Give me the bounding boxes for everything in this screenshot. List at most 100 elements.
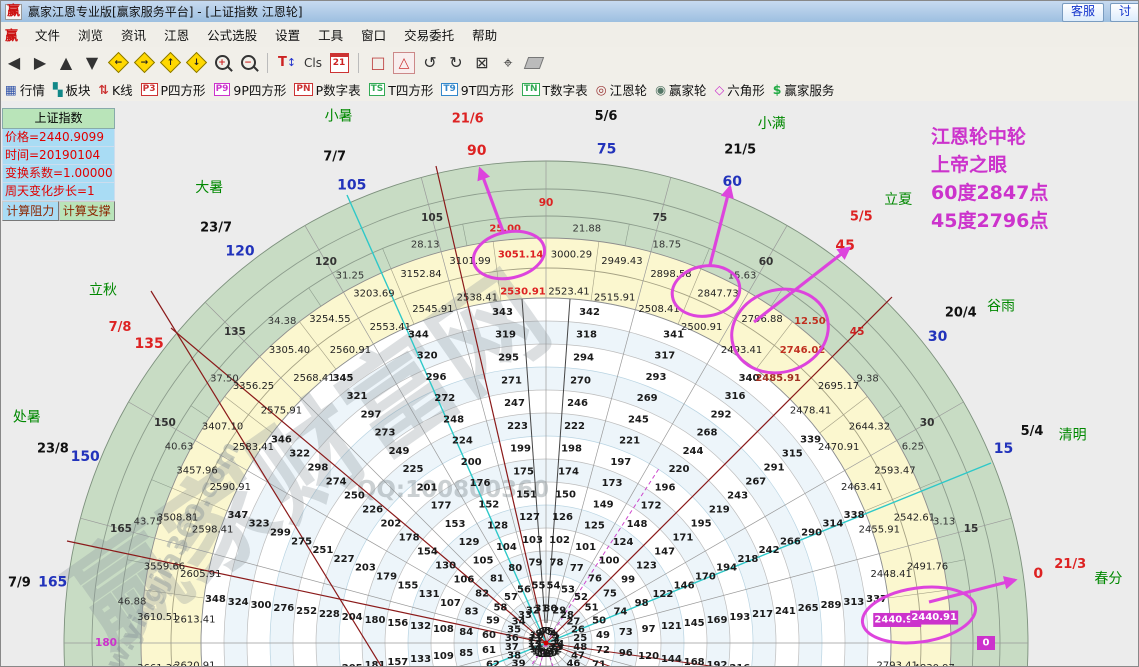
svg-text:2695.17: 2695.17 [818, 381, 859, 392]
view-button-p-number-table[interactable]: PN P数字表 [294, 80, 361, 99]
svg-text:249: 249 [389, 446, 410, 457]
svg-text:小暑: 小暑 [325, 108, 353, 124]
svg-text:54: 54 [547, 581, 561, 592]
svg-text:242: 242 [759, 545, 780, 556]
square-tool-icon[interactable]: □ [366, 51, 390, 75]
svg-text:2644.32: 2644.32 [849, 421, 890, 432]
nav-up-icon[interactable]: ▲ [54, 51, 78, 75]
view-button-winner-service[interactable]: $ 赢家服务 [773, 80, 835, 99]
menu-item-2[interactable]: 资讯 [112, 25, 155, 44]
time-scale-icon[interactable]: T ↕ [275, 51, 299, 75]
toolbar-main: ◀ ▶ ▲ ▼ ← → ↑ ↓ + − T ↕ Cls 21 □ △ ↺ ↻ ⊠ ⌖ [1, 47, 1138, 79]
svg-text:30: 30 [920, 417, 935, 429]
menu-item-1[interactable]: 浏览 [69, 25, 112, 44]
menu-item-9[interactable]: 帮助 [463, 25, 506, 44]
svg-text:61: 61 [482, 645, 496, 656]
svg-text:347: 347 [227, 510, 248, 521]
title-bar[interactable]: 赢 赢家江恩专业版[赢家服务平台] - [上证指数 江恩轮] 客服 讨 [1, 1, 1138, 23]
menu-item-4[interactable]: 公式选股 [198, 25, 266, 44]
svg-text:165: 165 [110, 523, 132, 535]
menu-item-3[interactable]: 江恩 [155, 25, 198, 44]
view-button-gann-wheel[interactable]: ◎ 江恩轮 [596, 80, 647, 99]
svg-text:53: 53 [561, 584, 575, 595]
annotation-line: 60度2847点 [931, 182, 1049, 204]
zoom-out-icon[interactable]: − [236, 51, 260, 75]
svg-text:3.13: 3.13 [933, 517, 955, 528]
svg-text:225: 225 [403, 464, 424, 475]
calc-support-button[interactable]: 计算支撑 [58, 201, 115, 221]
nav-left-icon[interactable]: ◀ [2, 51, 26, 75]
menu-item-6[interactable]: 工具 [309, 25, 352, 44]
view-button-winner-wheel[interactable]: ◉ 赢家轮 [655, 80, 706, 99]
view-button-9t-square[interactable]: T9 9T四方形 [441, 80, 514, 99]
view-button-9p-square[interactable]: P9 9P四方形 [213, 80, 286, 99]
view-button-sectors[interactable]: ▚ 板块 [53, 80, 91, 99]
svg-text:2463.41: 2463.41 [841, 482, 882, 493]
menu-item-7[interactable]: 窗口 [352, 25, 395, 44]
svg-text:21/3: 21/3 [1054, 557, 1086, 572]
svg-text:317: 317 [654, 351, 675, 362]
svg-text:73: 73 [619, 627, 633, 638]
svg-text:3254.55: 3254.55 [309, 314, 350, 325]
box-select-icon[interactable]: ⊠ [470, 51, 494, 75]
svg-text:169: 169 [707, 615, 728, 626]
calc-resistance-button[interactable]: 计算阻力 [2, 201, 59, 221]
gann-wheel-chart[interactable]: 赢家财富网 www.yingjia360.com QQ:100800360 1 2 3 4 5… [1, 101, 1138, 667]
svg-text:173: 173 [602, 478, 623, 489]
nav-right-icon[interactable]: ▶ [28, 51, 52, 75]
svg-text:200: 200 [461, 457, 482, 468]
rotate-cw-icon[interactable]: ↻ [444, 51, 468, 75]
svg-text:252: 252 [296, 606, 317, 617]
menu-item-5[interactable]: 设置 [266, 25, 309, 44]
zoom-in-icon[interactable]: + [210, 51, 234, 75]
view-button-kline[interactable]: ⇅ K线 [98, 80, 132, 99]
svg-text:120: 120 [638, 651, 659, 662]
triangle-tool-icon[interactable]: △ [392, 51, 416, 75]
svg-text:150: 150 [71, 449, 100, 465]
eraser-icon[interactable] [522, 51, 546, 75]
svg-text:处暑: 处暑 [13, 409, 41, 425]
svg-text:293: 293 [646, 372, 667, 383]
view-button-quotes[interactable]: ▦ 行情 [5, 80, 45, 99]
partial-button[interactable]: 讨 [1110, 3, 1138, 22]
svg-text:2898.58: 2898.58 [650, 269, 691, 280]
center-target-icon[interactable]: ⌖ [496, 51, 520, 75]
svg-text:105: 105 [421, 212, 443, 224]
view-button-p-square[interactable]: P3 P四方形 [140, 80, 206, 99]
svg-text:60: 60 [482, 630, 496, 641]
view-button-hexagon[interactable]: ◇ 六角形 [715, 80, 765, 99]
svg-text:3559.66: 3559.66 [144, 562, 185, 573]
9p-square-badge-icon: P9 [213, 83, 231, 96]
svg-text:296: 296 [426, 372, 447, 383]
svg-text:5/4: 5/4 [1021, 424, 1044, 439]
svg-text:146: 146 [674, 580, 695, 591]
pan-down-icon[interactable]: ↓ [184, 51, 208, 75]
svg-text:71: 71 [592, 660, 606, 667]
menu-logo-icon: 赢 [5, 29, 19, 44]
rotate-ccw-icon[interactable]: ↺ [418, 51, 442, 75]
view-button-t-square[interactable]: TS T四方形 [368, 80, 433, 99]
svg-text:268: 268 [697, 428, 718, 439]
client-service-button[interactable]: 客服 [1061, 3, 1104, 22]
svg-text:2545.91: 2545.91 [412, 304, 453, 315]
svg-text:291: 291 [764, 463, 785, 474]
svg-text:0: 0 [1033, 566, 1043, 582]
menu-item-0[interactable]: 文件 [26, 25, 69, 44]
calendar-icon[interactable]: 21 [327, 51, 351, 75]
cls-button[interactable]: Cls [301, 51, 325, 75]
svg-text:7/7: 7/7 [323, 150, 346, 165]
menu-item-8[interactable]: 交易委托 [395, 25, 463, 44]
svg-text:96: 96 [619, 648, 633, 659]
view-button-t-number-table[interactable]: TN T数字表 [521, 80, 588, 99]
svg-text:107: 107 [440, 598, 461, 609]
svg-text:193: 193 [729, 612, 750, 623]
toolbar-separator [358, 52, 359, 73]
pan-up-icon[interactable]: ↑ [158, 51, 182, 75]
svg-text:15: 15 [994, 441, 1013, 457]
nav-down-icon[interactable]: ▼ [80, 51, 104, 75]
svg-text:155: 155 [397, 580, 418, 591]
pan-left-icon[interactable]: ← [106, 51, 130, 75]
pan-right-icon[interactable]: → [132, 51, 156, 75]
svg-text:171: 171 [672, 533, 693, 544]
svg-text:175: 175 [513, 467, 534, 478]
